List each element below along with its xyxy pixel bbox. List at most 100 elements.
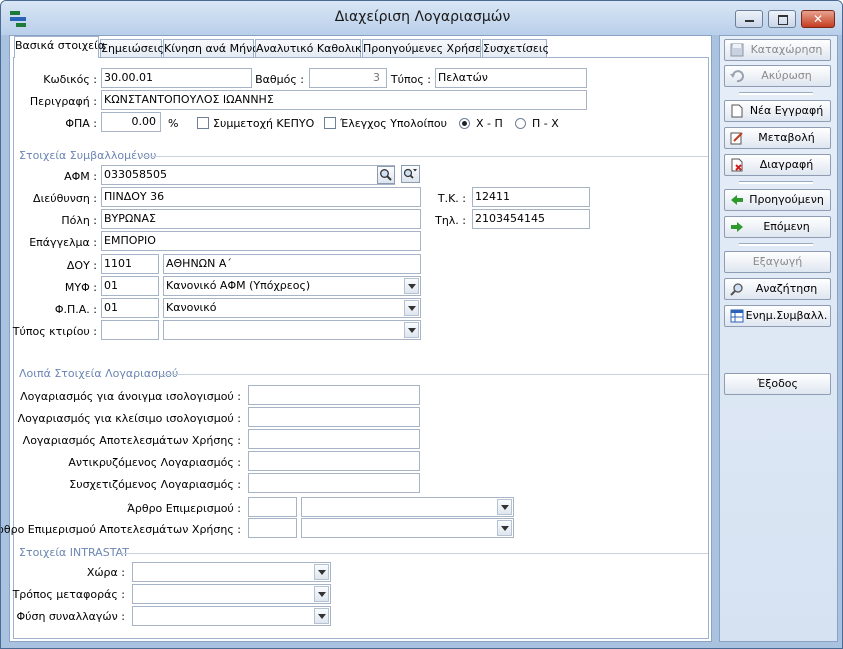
spreadsheet-icon [730, 309, 744, 323]
related-account-field[interactable] [248, 473, 420, 493]
chevron-down-icon[interactable] [314, 586, 329, 602]
tab-label: Σημειώσεις [101, 42, 164, 55]
type-field[interactable]: Πελατών [435, 68, 587, 88]
transport-select[interactable] [132, 584, 331, 604]
next-button[interactable]: Επόμενη [724, 216, 831, 238]
title-bar[interactable]: Διαχείριση Λογαριασμών ✕ [1, 1, 842, 35]
allocation-select[interactable] [301, 497, 514, 517]
country-select[interactable] [132, 562, 331, 582]
chevron-down-icon[interactable] [497, 520, 512, 536]
close-account-label: Λογαριασμός για κλείσιμο ισολογισμού : [17, 412, 241, 425]
chevron-down-icon[interactable] [404, 278, 419, 294]
exit-button[interactable]: Έξοδος [724, 373, 831, 395]
chevron-down-icon[interactable] [497, 499, 512, 515]
close-button[interactable]: ✕ [801, 10, 835, 28]
offset-account-label: Αντικρυζόμενος Λογαριασμός : [68, 456, 241, 469]
sidebar-separator [739, 181, 813, 184]
maximize-button[interactable] [768, 10, 796, 28]
code-label: Κωδικός : [43, 73, 97, 86]
afm-lookup-button[interactable] [401, 165, 420, 183]
balance-check-label: Έλεγχος Υπολοίπου [340, 117, 447, 130]
radio-debit-credit-label: Χ - Π [476, 117, 503, 130]
save-button[interactable]: Καταχώρηση [724, 39, 831, 61]
postcode-field[interactable]: 12411 [472, 187, 590, 207]
previous-button[interactable]: Προηγούμενη [724, 189, 831, 211]
delete-label: Διαγραφή [759, 158, 814, 171]
profession-label: Επάγγελμα : [29, 236, 97, 249]
tab-monthly[interactable]: Κίνηση ανά Μήνα [163, 39, 260, 57]
close-account-field[interactable] [248, 407, 420, 427]
new-record-button[interactable]: Νέα Εγγραφή [724, 100, 831, 122]
chevron-down-icon[interactable] [314, 564, 329, 580]
tab-basic[interactable]: Βασικά στοιχεία [14, 36, 105, 58]
save-icon [730, 43, 744, 57]
tax-office-label: ΔΟΥ : [66, 259, 97, 272]
tax-office-code-field[interactable]: 1101 [101, 254, 159, 274]
maximize-icon [778, 15, 788, 25]
search-icon [380, 169, 392, 181]
delete-button[interactable]: Διαγραφή [724, 154, 831, 176]
minimize-icon [745, 20, 754, 22]
kepyo-checkbox[interactable] [197, 117, 209, 129]
address-field[interactable]: ΠΙΝΔΟΥ 36 [101, 187, 421, 207]
results-account-label: Λογαριασμός Αποτελεσμάτων Χρήσης : [22, 434, 241, 447]
phone-field[interactable]: 2103454145 [472, 209, 590, 229]
allocation-results-code-field[interactable] [248, 518, 297, 538]
exit-label: Έξοδος [757, 377, 798, 390]
export-button[interactable]: Εξαγωγή [724, 251, 831, 273]
building-type-select[interactable] [163, 320, 421, 340]
afm-field[interactable]: 033058505 [101, 165, 395, 185]
myf-select[interactable]: Κανονικό ΑΦΜ (Υπόχρεος) [163, 276, 421, 296]
allocation-code-field[interactable] [248, 497, 297, 517]
profession-field[interactable]: ΕΜΠΟΡΙΟ [101, 231, 421, 251]
tab-ledger[interactable]: Αναλυτικό Καθολικό [255, 39, 368, 57]
radio-debit-credit[interactable] [459, 118, 470, 129]
search-dropdown-icon [403, 168, 417, 179]
window-title: Διαχείριση Λογαριασμών [334, 9, 511, 25]
update-contractor-button[interactable]: Ενημ.Συμβαλλ. [724, 305, 831, 327]
afm-search-button[interactable] [377, 166, 395, 184]
tab-notes[interactable]: Σημειώσεις [100, 39, 164, 57]
edit-button[interactable]: Μεταβολή [724, 127, 831, 149]
open-account-field[interactable] [248, 385, 420, 405]
section-other: Λοιπά Στοιχεία Λογαριασμού [19, 367, 179, 380]
code-field[interactable]: 30.00.01 [101, 68, 252, 88]
myf-code-field[interactable]: 01 [101, 276, 159, 296]
section-divider [141, 156, 708, 157]
search-icon [730, 283, 743, 296]
next-label: Επόμενη [763, 220, 810, 233]
balance-check-checkbox[interactable] [324, 117, 336, 129]
update-contractor-label: Ενημ.Συμβαλλ. [745, 309, 828, 322]
allocation-results-select[interactable] [301, 518, 514, 538]
tab-relations[interactable]: Συσχετίσεις [482, 39, 550, 57]
building-type-code-field[interactable] [101, 320, 159, 340]
cancel-button[interactable]: Ακύρωση [724, 65, 831, 87]
radio-credit-debit[interactable] [515, 118, 526, 129]
fpa-code-field[interactable]: 01 [101, 298, 159, 318]
afm-label: ΑΦΜ : [64, 170, 97, 183]
tax-office-name-field[interactable]: ΑΘΗΝΩΝ Α΄ [163, 254, 421, 274]
fpa-select[interactable]: Κανονικό [163, 298, 421, 318]
search-button[interactable]: Αναζήτηση [724, 278, 831, 300]
vat-field[interactable]: 0.00 [101, 112, 161, 132]
chevron-down-icon[interactable] [314, 608, 329, 624]
close-icon: ✕ [812, 12, 824, 26]
offset-account-field[interactable] [248, 451, 420, 471]
transaction-nature-select[interactable] [132, 606, 331, 626]
chevron-down-icon[interactable] [404, 300, 419, 316]
minimize-button[interactable] [735, 10, 763, 28]
address-label: Διεύθυνση : [33, 192, 97, 205]
tab-label: Συσχετίσεις [483, 42, 550, 55]
building-type-label: Τύπος κτιρίου : [12, 325, 97, 338]
previous-label: Προηγούμενη [749, 193, 824, 206]
section-divider [121, 553, 708, 554]
new-document-icon [731, 104, 743, 118]
chevron-down-icon[interactable] [404, 322, 419, 338]
description-field[interactable]: ΚΩΝΣΤΑΝΤΟΠΟΥΛΟΣ ΙΩΑΝΝΗΣ [101, 90, 587, 110]
tab-previous-years[interactable]: Προηγούμενες Χρήσεις [362, 39, 491, 57]
results-account-field[interactable] [248, 429, 420, 449]
country-label: Χώρα : [86, 566, 125, 579]
city-field[interactable]: ΒΥΡΩΝΑΣ [101, 209, 421, 229]
section-divider [161, 374, 708, 375]
level-label: Βαθμός : [255, 73, 304, 86]
